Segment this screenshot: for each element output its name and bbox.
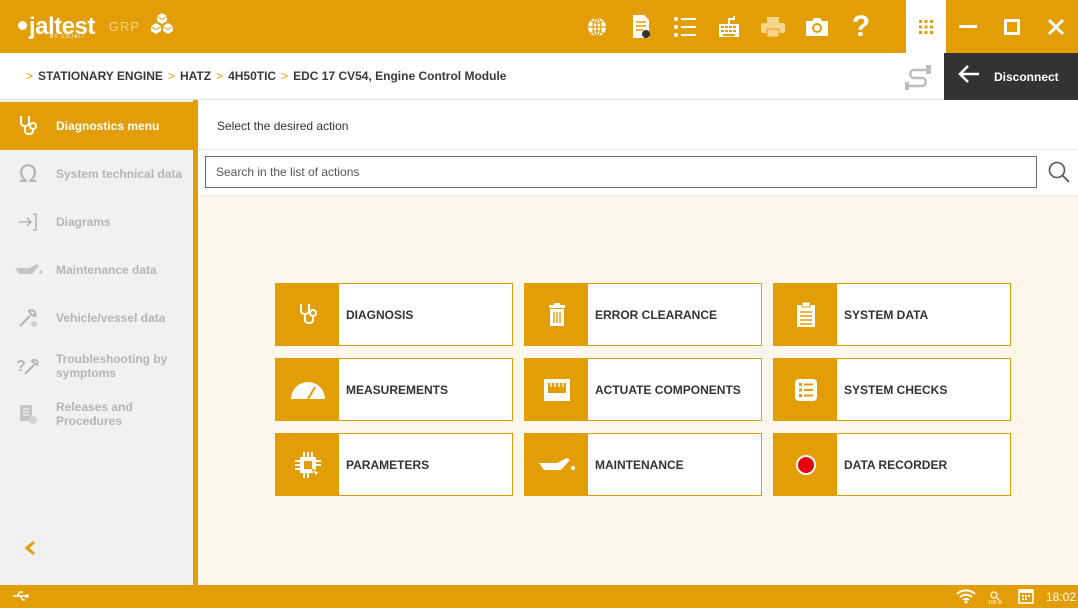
page-prompt: Select the desired action	[217, 119, 349, 133]
sidebar-item-diagnostics-menu[interactable]: Diagnostics menu	[0, 102, 193, 150]
oil-can-icon	[0, 262, 56, 278]
record-icon	[774, 434, 837, 495]
releases-icon	[0, 403, 56, 425]
minimize-icon[interactable]	[946, 0, 990, 53]
action-label: SYSTEM DATA	[844, 307, 929, 322]
wrench-icon	[0, 307, 56, 329]
stethoscope-icon	[0, 114, 56, 138]
ohm-icon: Ω	[18, 160, 38, 188]
svg-text:?: ?	[16, 358, 26, 375]
action-data-recorder[interactable]: DATA RECORDER	[773, 433, 1011, 496]
sidebar-item-releases-and-procedures[interactable]: Releases and Procedures	[0, 390, 193, 438]
breadcrumb-item[interactable]: HATZ	[180, 69, 211, 83]
action-system-checks[interactable]: SYSTEM CHECKS	[773, 358, 1011, 421]
usb-icon	[12, 589, 30, 607]
sidebar-item-label: System technical data	[56, 167, 183, 181]
toolbar-icons: ?	[575, 0, 883, 53]
apps-grid-icon[interactable]	[906, 0, 946, 53]
sidebar-item-maintenance-data[interactable]: Maintenance data	[0, 246, 193, 294]
trash-icon	[525, 284, 588, 345]
sidebar-item-label: Diagrams	[56, 215, 111, 229]
main-header: Select the desired action	[198, 100, 1078, 150]
diagram-icon	[0, 212, 56, 232]
search-row	[198, 150, 1078, 196]
sidebar-item-label: Troubleshooting by symptoms	[56, 352, 168, 380]
cubes-icon	[150, 12, 174, 41]
disconnect-label: Disconnect	[994, 69, 1059, 84]
printer-icon[interactable]	[751, 0, 795, 53]
breadcrumb-item[interactable]: STATIONARY ENGINE	[38, 69, 163, 83]
sidebar-item-label: Vehicle/vessel data	[56, 311, 166, 325]
stethoscope-icon	[276, 284, 339, 345]
action-label: DIAGNOSIS	[346, 307, 414, 322]
action-label: ACTUATE COMPONENTS	[595, 382, 741, 397]
action-label: SYSTEM CHECKS	[844, 382, 948, 397]
oil-can-icon	[525, 434, 588, 495]
action-label: MAINTENANCE	[595, 457, 684, 472]
action-label: DATA RECORDER	[844, 457, 948, 472]
search-icon[interactable]	[1047, 160, 1071, 189]
close-icon[interactable]	[1034, 0, 1078, 53]
sidebar-item-system-technical-data[interactable]: Ω System technical data	[0, 150, 193, 198]
action-label: PARAMETERS	[346, 457, 430, 472]
list-icon[interactable]	[663, 0, 707, 53]
status-bar: 100 % 18:02	[0, 585, 1078, 608]
action-maintenance[interactable]: MAINTENANCE	[524, 433, 762, 496]
clipboard-icon	[774, 284, 837, 345]
maximize-icon[interactable]	[990, 0, 1034, 53]
chip-icon	[276, 434, 339, 495]
clock: 18:02	[1046, 590, 1077, 604]
logo-subtitle: BY COJALI	[50, 34, 85, 40]
breadcrumb: > STATIONARY ENGINE > HATZ >4H50TIC > EDC 17 C…	[26, 69, 507, 83]
gauge-icon	[276, 359, 339, 420]
sidebar-item-diagrams[interactable]: Diagrams	[0, 198, 193, 246]
connector-icon	[525, 359, 588, 420]
sidebar-item-troubleshooting-by-symptoms[interactable]: ? Troubleshooting by symptoms	[0, 342, 193, 390]
action-label: ERROR CLEARANCE	[595, 307, 718, 322]
sidebar-item-label: Maintenance data	[56, 263, 157, 277]
help-icon[interactable]: ?	[839, 0, 883, 53]
breadcrumb-item[interactable]: 4H50TIC	[228, 69, 276, 83]
checklist-icon	[774, 359, 837, 420]
status-icons: 100 %	[956, 588, 1034, 608]
search-input[interactable]	[205, 156, 1037, 188]
keyboard-icon[interactable]	[707, 0, 751, 53]
troubleshoot-icon: ?	[0, 355, 56, 377]
cable-connection-icon	[904, 62, 934, 95]
brand-tag: GRP	[108, 19, 141, 34]
wifi-icon	[956, 588, 976, 608]
breadcrumb-item[interactable]: EDC 17 CV54, Engine Control Module	[293, 69, 506, 83]
arrow-left-icon	[958, 65, 980, 88]
disconnect-button[interactable]: Disconnect	[944, 53, 1078, 100]
main-panel: Select the desired action DIAGNOSIS ERRO…	[198, 100, 1078, 585]
action-system-data[interactable]: SYSTEM DATA	[773, 283, 1011, 346]
sidebar-item-label: Diagnostics menu	[56, 119, 160, 133]
action-actuate-components[interactable]: ACTUATE COMPONENTS	[524, 358, 762, 421]
action-error-clearance[interactable]: ERROR CLEARANCE	[524, 283, 762, 346]
camera-icon[interactable]	[795, 0, 839, 53]
globe-icon[interactable]	[575, 0, 619, 53]
zoom-indicator[interactable]: 100 %	[988, 591, 1002, 606]
sidebar-item-label: Releases and Procedures	[56, 400, 133, 428]
document-icon[interactable]	[619, 0, 663, 53]
action-parameters[interactable]: PARAMETERS	[275, 433, 513, 496]
calendar-icon[interactable]	[1018, 588, 1034, 608]
sidebar-item-vehicle-vessel-data[interactable]: Vehicle/vessel data	[0, 294, 193, 342]
action-diagnosis[interactable]: DIAGNOSIS	[275, 283, 513, 346]
action-measurements[interactable]: MEASUREMENTS	[275, 358, 513, 421]
zoom-level: 100 %	[988, 600, 1003, 606]
jaltest-logo: jaltest	[18, 0, 95, 53]
action-label: MEASUREMENTS	[346, 382, 449, 397]
sidebar: Diagnostics menu Ω System technical data…	[0, 100, 193, 585]
collapse-sidebar-icon[interactable]	[24, 540, 36, 561]
